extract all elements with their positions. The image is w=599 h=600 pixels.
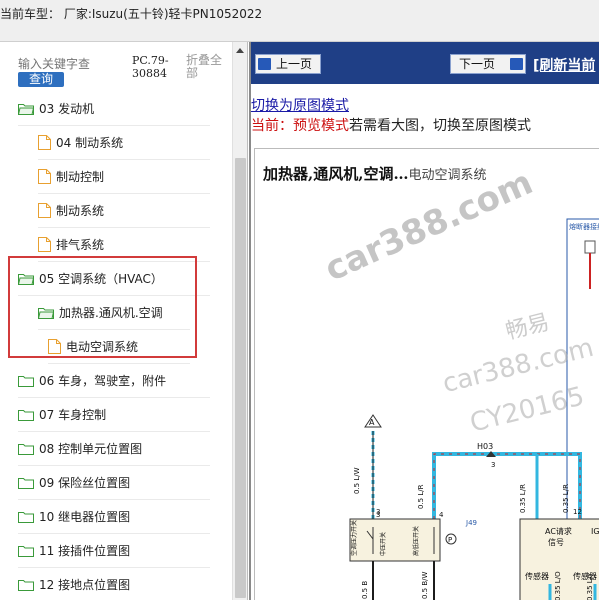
selection-highlight-box — [8, 256, 197, 358]
diagram-subtitle: 电动空调系统 — [408, 168, 487, 183]
pin-label-3c: 3 — [376, 511, 380, 519]
tree-item-brake-system-doc[interactable]: 制动系统 — [38, 194, 210, 228]
collapse-all-button[interactable]: 折叠全部 — [186, 54, 226, 80]
signal-label: 信号 — [548, 537, 564, 547]
document-code: PC.79-30884 — [132, 54, 169, 80]
wire-label-035lr-2: 0.35 L/R — [519, 484, 527, 513]
prev-page-button[interactable]: 上一页 — [255, 54, 321, 74]
tree-item-engine[interactable]: 03 发动机 — [18, 92, 210, 126]
content-pane: 上一页 下一页 [刷新当前 切换为原图模式 当前：预览模式若需看大图，切换至原图… — [249, 42, 599, 600]
ac-request-label: AC请求 — [545, 526, 572, 536]
pressure-switch-box — [349, 518, 441, 562]
tree-item-label: 04 制动系统 — [56, 136, 124, 150]
folder-icon — [18, 477, 34, 489]
wire-label-05b: 0.5 B — [361, 581, 369, 599]
wire-label-05bw: 0.5 B/W — [421, 571, 429, 599]
tree-item-ground-location[interactable]: 12 接地点位置图 — [18, 568, 210, 600]
folder-open-icon — [18, 103, 34, 115]
tree-item-label: 07 车身控制 — [39, 408, 107, 422]
mode-hint: 若需看大图，切换至原图模式 — [349, 118, 531, 134]
mode-prefix: 当前： — [251, 118, 293, 134]
pin-label-4: 4 — [439, 511, 444, 519]
tree-item-label: 11 接插件位置图 — [39, 544, 131, 558]
wire-label-h03: H03 — [477, 442, 493, 451]
next-page-button[interactable]: 下一页 — [450, 54, 526, 74]
tree-item-fuse-location[interactable]: 09 保险丝位置图 — [18, 466, 210, 500]
arrow-right-icon — [510, 58, 523, 70]
switch-original-mode-link[interactable]: 切换为原图模式 — [251, 95, 349, 115]
wire-label-035lr-1: 0.35 L/R — [562, 484, 570, 513]
tree-item-connector-location[interactable]: 11 接插件位置图 — [18, 534, 210, 568]
fuse-symbol — [584, 240, 596, 254]
diagram-title: 加热器,通风机,空调…电动空调系统 — [263, 163, 486, 184]
mode-status-line: 当前：预览模式若需看大图，切换至原图模式 — [251, 115, 531, 135]
switch-label-1: 空调压力开关 — [350, 520, 358, 556]
sensor-label-1: 传感器 — [525, 571, 549, 581]
folder-icon — [18, 443, 34, 455]
wiring-diagram-canvas: 熔断器接线盒 A 0.5 L/W 3 H03 3 0.5 L/R 0.35 L/… — [349, 218, 599, 600]
page-nav-bar: 上一页 下一页 [刷新当前 — [251, 42, 599, 84]
tree-item-label: 制动控制 — [56, 170, 105, 184]
wire-label-035lo: 0.35 L/O — [554, 571, 562, 600]
pin-label-3b: 3 — [491, 461, 495, 469]
search-input[interactable] — [18, 56, 128, 72]
pressure-symbol-label: P — [448, 536, 452, 544]
search-button[interactable]: 查询 — [18, 72, 64, 87]
diagram-title-main: 加热器,通风机,空调… — [263, 165, 409, 183]
current-model-title: 当前车型： 厂家:Isuzu(五十铃)轻卡PN1052022 — [0, 7, 263, 21]
folder-icon — [18, 409, 34, 421]
switch-label-2: 中压开关 — [379, 532, 387, 556]
connector-a-label: A — [369, 418, 375, 427]
wiring-diagram[interactable]: 熔断器接线盒 A 0.5 L/W 3 H03 3 0.5 L/R 0.35 L/… — [254, 148, 599, 600]
wire-h03-loop — [432, 452, 582, 519]
ig-label: IG — [591, 527, 599, 536]
tree-item-brake-control[interactable]: 制动控制 — [38, 160, 210, 194]
arrow-left-icon — [258, 58, 271, 70]
tree-item-label: 08 控制单元位置图 — [39, 442, 143, 456]
document-icon — [38, 135, 51, 150]
switch-label-3: 高低压开关 — [412, 526, 420, 556]
refresh-link[interactable]: [刷新当前 — [533, 55, 595, 75]
fuse-box-outline — [566, 218, 599, 540]
sidebar-scrollbar[interactable] — [232, 42, 247, 600]
tree-item-brake-system[interactable]: 04 制动系统 — [38, 126, 210, 160]
folder-icon — [18, 375, 34, 387]
document-icon — [38, 169, 51, 184]
document-icon — [38, 203, 51, 218]
tree-item-label: 06 车身，驾驶室，附件 — [39, 374, 167, 388]
wire-label-05lw: 0.5 L/W — [353, 467, 361, 494]
tree-item-label: 12 接地点位置图 — [39, 578, 131, 592]
connector-j49-label: J49 — [465, 519, 477, 527]
tree-item-label: 10 继电器位置图 — [39, 510, 131, 524]
prev-page-label: 上一页 — [276, 57, 313, 71]
tree-item-label: 排气系统 — [56, 238, 105, 252]
tree-item-label: 03 发动机 — [39, 102, 95, 116]
scroll-up-arrow-icon[interactable] — [236, 48, 244, 53]
wire-h03-loop-stripe — [433, 453, 581, 519]
mode-current: 预览模式 — [293, 118, 349, 134]
tree-item-label: 09 保险丝位置图 — [39, 476, 131, 490]
pin-label-12: 12 — [573, 508, 582, 516]
fuse-box-label: 熔断器接线盒 — [569, 222, 599, 231]
sidebar: 查询 PC.79-30884 折叠全部 03 发动机 04 制动系统 制动控制 … — [0, 42, 248, 600]
folder-icon — [18, 511, 34, 523]
tree-item-ecu-location[interactable]: 08 控制单元位置图 — [18, 432, 210, 466]
title-bar: 当前车型： 厂家:Isuzu(五十铃)轻卡PN1052022 — [0, 0, 599, 42]
tree-item-body-cab[interactable]: 06 车身，驾驶室，附件 — [18, 364, 210, 398]
scrollbar-thumb[interactable] — [235, 158, 246, 598]
document-icon — [38, 237, 51, 252]
search-area: 查询 PC.79-30884 折叠全部 — [0, 42, 232, 90]
tree-item-label: 制动系统 — [56, 204, 105, 218]
tree-item-body-control[interactable]: 07 车身控制 — [18, 398, 210, 432]
folder-icon — [18, 545, 34, 557]
next-page-label: 下一页 — [459, 57, 496, 71]
wire-label-035ly: 0.35 L/Y — [586, 572, 594, 600]
tree-item-relay-location[interactable]: 10 继电器位置图 — [18, 500, 210, 534]
wire-label-05lr: 0.5 L/R — [417, 484, 425, 509]
folder-icon — [18, 579, 34, 591]
